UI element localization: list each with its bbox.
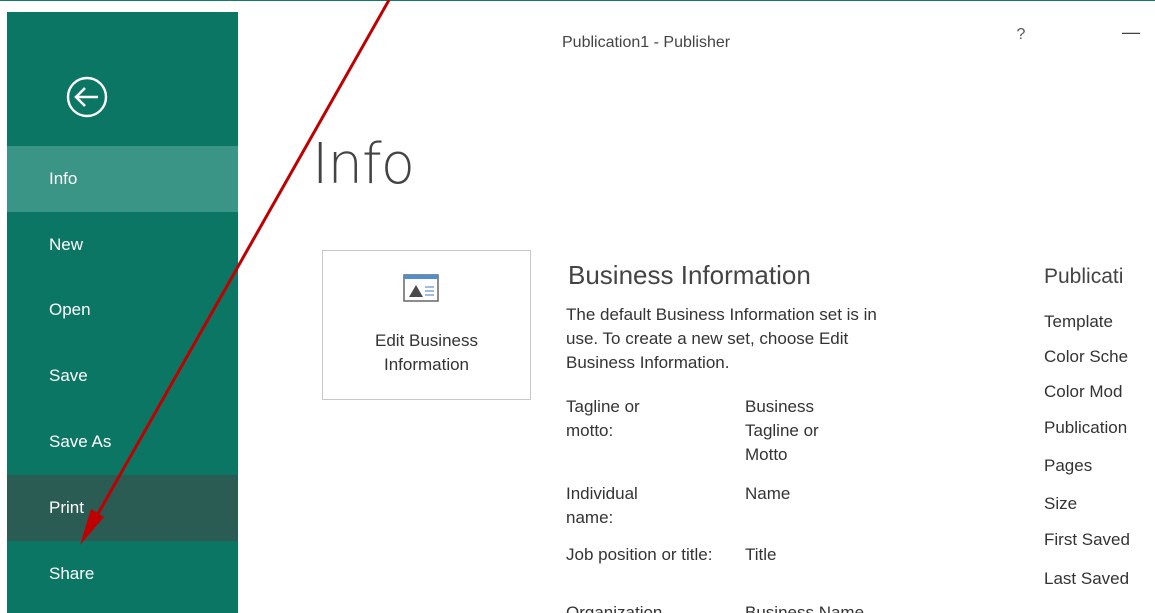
publication-property: Template [1044, 312, 1113, 331]
publisher-backstage: Info New Open Save Save As Print Share P… [0, 0, 1155, 613]
field-label-individual-name: Individual name: [566, 484, 638, 527]
edit-tile-label: Edit Business Information [323, 329, 530, 377]
sidebar-item-label: New [49, 235, 84, 254]
sidebar-item-save[interactable]: Save [7, 343, 238, 409]
sidebar-item-label: Info [49, 169, 78, 188]
sidebar-item-label: Print [49, 498, 84, 517]
window-title: Publication1 - Publisher [562, 34, 731, 51]
edit-tile-label-line2: Information [383, 355, 470, 374]
publication-property: Color Mod [1044, 382, 1123, 401]
sidebar-item-label: Save [49, 366, 88, 385]
edit-business-information-button[interactable]: Edit Business Information [322, 250, 531, 400]
publication-property: First Saved [1044, 530, 1130, 549]
sidebar-item-new[interactable]: New [7, 212, 238, 278]
field-label-job-title: Job position or title: [566, 545, 713, 564]
field-value-organization: Business Name [745, 603, 865, 613]
sidebar-item-info[interactable]: Info [7, 146, 238, 212]
minimize-button[interactable]: — [1122, 22, 1150, 46]
window-top-border [0, 0, 1155, 1]
edit-tile-label-line1: Edit Business [375, 331, 478, 350]
publication-info-title: Publicati [1044, 265, 1124, 288]
publication-property: Size [1044, 494, 1078, 513]
sidebar-item-label: Share [49, 564, 95, 583]
back-arrow-icon [66, 76, 108, 118]
sidebar-item-save-as[interactable]: Save As [7, 409, 238, 475]
sidebar-item-share[interactable]: Share [7, 541, 238, 607]
page-title: Info [312, 132, 415, 197]
backstage-sidebar: Info New Open Save Save As Print Share [7, 12, 238, 613]
sidebar-item-open[interactable]: Open [7, 277, 238, 343]
publication-property: Color Sche [1044, 347, 1129, 366]
back-button[interactable] [55, 65, 119, 129]
field-value-individual-name: Name [745, 484, 791, 503]
publication-property: Pages [1044, 456, 1093, 475]
help-button[interactable]: ? [1011, 26, 1031, 50]
business-card-icon [403, 274, 439, 302]
field-value-tagline: Business Tagline or Motto [745, 397, 819, 464]
sidebar-item-print[interactable]: Print [7, 475, 238, 541]
field-label-organization: Organization [566, 603, 663, 613]
publication-property: Last Saved [1044, 569, 1130, 588]
sidebar-item-label: Save As [49, 432, 112, 451]
publication-property: Publication [1044, 418, 1128, 437]
sidebar-item-label: Open [49, 300, 91, 319]
field-label-tagline: Tagline or motto: [566, 397, 640, 440]
field-value-job-title: Title [745, 545, 777, 564]
business-information-description: The default Business Information set is … [566, 305, 877, 372]
business-information-title: Business Information [568, 260, 811, 290]
